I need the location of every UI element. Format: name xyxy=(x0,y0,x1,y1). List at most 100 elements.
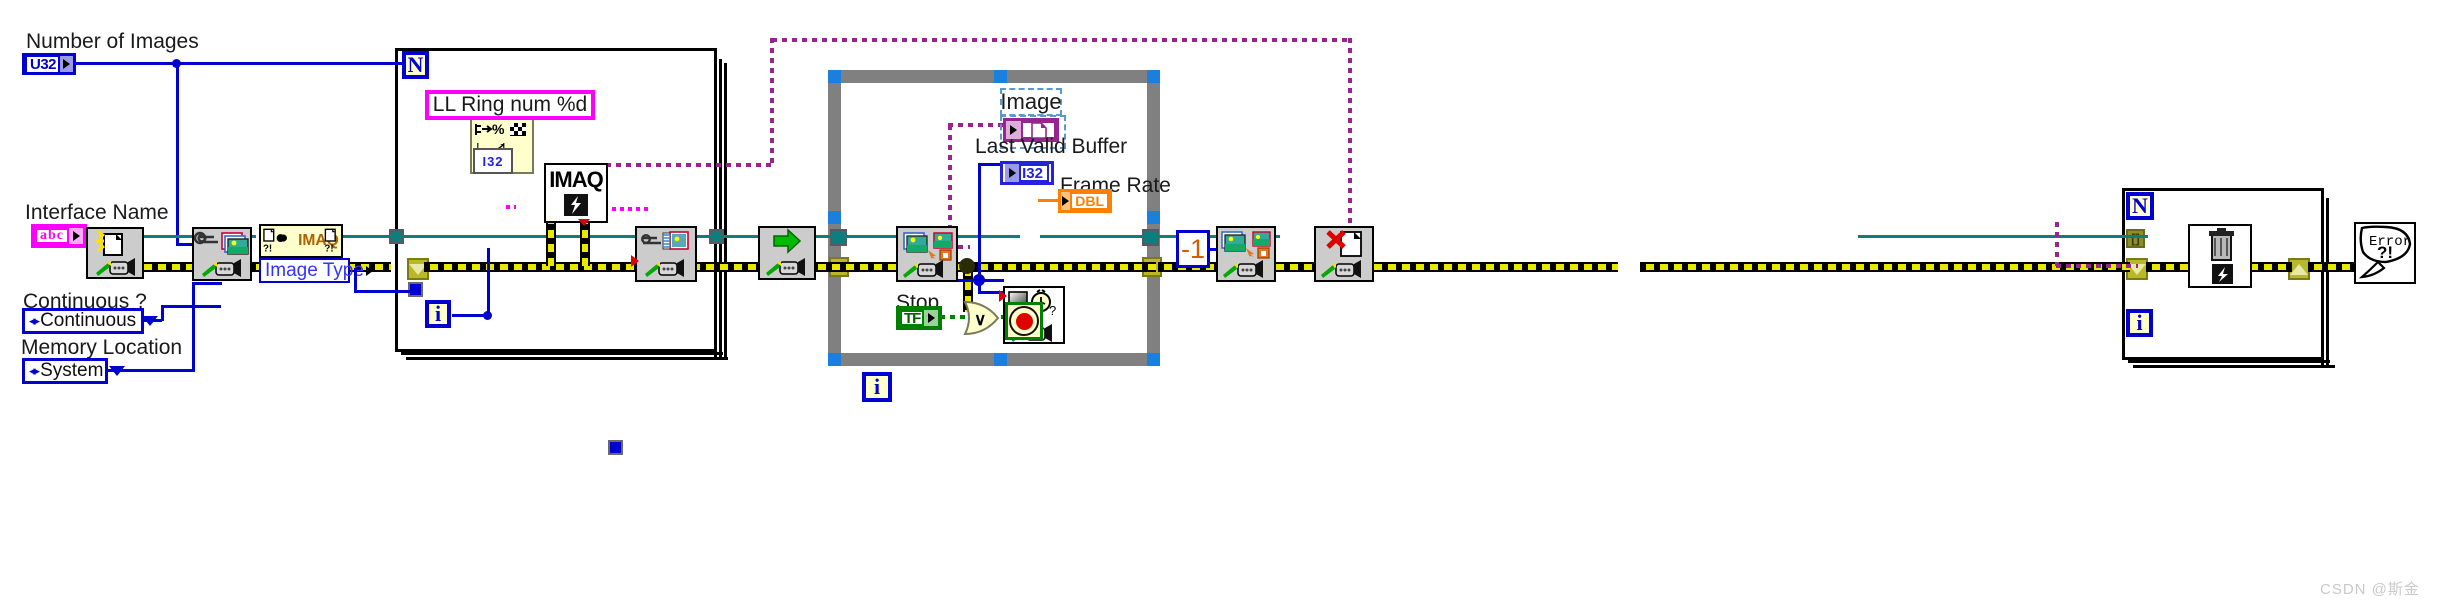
terminal-arrow-icon xyxy=(72,231,80,241)
control-stop-type: TF xyxy=(900,310,925,326)
node-imaq-create[interactable] xyxy=(86,227,144,279)
control-stop-nub xyxy=(924,310,939,326)
node-imaq-dispose[interactable] xyxy=(2188,224,2252,288)
while-loop-index-terminal[interactable]: i xyxy=(862,372,892,402)
label-last-valid-buffer: Last Valid Buffer xyxy=(975,135,1128,158)
label-number-of-images: Number of Images xyxy=(26,30,199,53)
node-format-type-badge: I32 xyxy=(473,148,513,174)
svg-text:?: ? xyxy=(1049,303,1056,318)
svg-text:?!: ?! xyxy=(263,244,272,255)
for-loop-left-count-terminal[interactable]: N xyxy=(402,51,429,79)
terminal-arrow-icon xyxy=(63,59,71,69)
wire-purple-top-left-down xyxy=(770,38,774,163)
node-imaqdx-close-camera[interactable] xyxy=(1314,226,1374,282)
trash-icon xyxy=(2209,228,2234,284)
enum-increment-arrows-icon[interactable]: ◂▸ xyxy=(29,313,40,329)
tunnel-triangle-up-right xyxy=(2290,263,2308,275)
wire-purple-to-trash xyxy=(2056,264,2138,268)
control-continuous[interactable]: ◂▸ Continuous xyxy=(22,308,159,334)
while-loop-handle-tr[interactable] xyxy=(1147,70,1160,83)
indicator-last-valid-buffer[interactable]: I32 xyxy=(1000,161,1054,185)
for-loop-left-tunnel-blue-out[interactable] xyxy=(408,282,423,297)
while-loop-handle-ml[interactable] xyxy=(828,211,841,224)
wire-imagetype-sel-h xyxy=(354,290,410,293)
for-loop-left-index-terminal[interactable]: i xyxy=(425,300,451,328)
for-loop-left-shadow-4 xyxy=(719,59,722,357)
wire-num-images-branch-down xyxy=(176,62,179,246)
label-image-indicator: Image xyxy=(1000,88,1062,116)
for-loop-right-shadow-3 xyxy=(2321,194,2324,365)
wire-num-images-horizontal xyxy=(64,62,404,65)
while-loop-handle-bm[interactable] xyxy=(994,353,1007,366)
wire-purple-top-to-imaq xyxy=(596,163,774,167)
wire-purple-top-1 xyxy=(772,38,1350,42)
or-gate-icon: ∨ xyxy=(963,300,1000,336)
node-imaqdx-open-camera[interactable] xyxy=(192,227,252,281)
control-interface-name-nub xyxy=(69,228,83,244)
wire-lvb-up xyxy=(978,163,981,281)
while-loop-handle-tm[interactable] xyxy=(994,70,1007,83)
enum-increment-arrows-icon-2[interactable]: ◂▸ xyxy=(29,363,40,379)
node-imaq-image-type-selector[interactable]: Image Type xyxy=(259,258,373,283)
wire-junction-num-images xyxy=(172,59,181,68)
indicator-frame-rate-nub xyxy=(1061,192,1071,210)
wire-purple-image-right xyxy=(948,123,1003,127)
node-imaqdx-start-acquisition[interactable] xyxy=(758,226,816,280)
while-loop-handle-br[interactable] xyxy=(1147,353,1160,366)
node-imaq-image-type[interactable]: ?! IMAQ ?! xyxy=(259,224,343,258)
while-loop-handle-mr[interactable] xyxy=(1147,211,1160,224)
while-loop-handle-bl[interactable] xyxy=(828,353,841,366)
chevron-down-icon-2[interactable] xyxy=(109,366,126,376)
node-or-gate[interactable]: ∨ xyxy=(961,300,1001,336)
control-number-of-images-type: U32 xyxy=(25,54,61,74)
constant-ring-name[interactable]: LL Ring num %d xyxy=(425,90,595,120)
unconfigure-icon xyxy=(1221,231,1271,278)
svg-text:%: % xyxy=(492,121,505,137)
indicator-frame-rate-type: DBL xyxy=(1070,192,1109,210)
wire-format-out-right xyxy=(604,207,652,211)
node-imaq-ring-caption: IMAQ xyxy=(549,167,603,192)
wire-memory-up xyxy=(192,282,195,372)
control-interface-name[interactable]: abc xyxy=(31,224,87,248)
for-loop-left-tunnel-blue-top[interactable] xyxy=(608,440,623,455)
for-loop-left-shadow-1 xyxy=(401,352,723,355)
constant-stop-button[interactable] xyxy=(1005,302,1043,340)
label-image-indicator-text: Image xyxy=(1000,89,1062,114)
for-loop-right-shadow-2 xyxy=(2133,365,2335,368)
control-memory-location-value: System xyxy=(40,360,104,381)
svg-text:?!: ?! xyxy=(2377,243,2393,262)
indicator-lvb-type: I32 xyxy=(1019,164,1049,182)
for-loop-right-index-terminal[interactable]: i xyxy=(2126,309,2153,337)
wire-junction-i-format xyxy=(483,311,492,320)
node-imaqdx-configure-low-level[interactable] xyxy=(635,226,697,282)
for-loop-right-count-terminal[interactable]: N xyxy=(2126,192,2154,220)
control-number-of-images[interactable]: U32 xyxy=(22,53,77,75)
chevron-down-icon[interactable] xyxy=(142,316,159,326)
terminal-arrow-icon xyxy=(1008,168,1016,178)
constant-buffer-number[interactable]: -1 xyxy=(1176,230,1210,268)
new-image-icon xyxy=(96,229,135,276)
wire-framerate xyxy=(1038,199,1060,202)
control-number-of-images-nub xyxy=(60,56,74,72)
constant-ring-name-text: LL Ring num %d xyxy=(432,93,588,116)
control-interface-name-type: abc xyxy=(35,228,69,244)
control-stop[interactable]: TF xyxy=(896,306,943,330)
open-camera-icon xyxy=(193,231,249,277)
lightning-bolt-icon xyxy=(564,194,588,216)
svg-text:?!: ?! xyxy=(324,244,333,255)
control-memory-location[interactable]: ◂▸ System xyxy=(22,358,126,384)
node-imaqdx-get-image[interactable] xyxy=(896,226,958,282)
node-error-handler[interactable]: Error ?! xyxy=(2354,222,2416,284)
imaq-image-type-icon: ?! IMAQ ?! xyxy=(263,228,339,255)
wire-lvb-to-attr xyxy=(978,279,1004,282)
node-imaqdx-unconfigure[interactable] xyxy=(1216,226,1276,282)
for-loop-right-tunnel-array[interactable]: [] xyxy=(2126,229,2145,248)
indicator-lvb-nub xyxy=(1005,164,1020,182)
indicator-frame-rate[interactable]: DBL xyxy=(1058,189,1112,213)
wire-continuous-h xyxy=(161,305,221,308)
label-memory-location: Memory Location xyxy=(21,336,183,359)
for-loop-right-shadow-1 xyxy=(2128,360,2330,363)
node-imaq-ring-vi[interactable]: IMAQ xyxy=(544,163,608,223)
while-loop-handle-tl[interactable] xyxy=(828,70,841,83)
wire-error-spine-3 xyxy=(424,262,654,272)
